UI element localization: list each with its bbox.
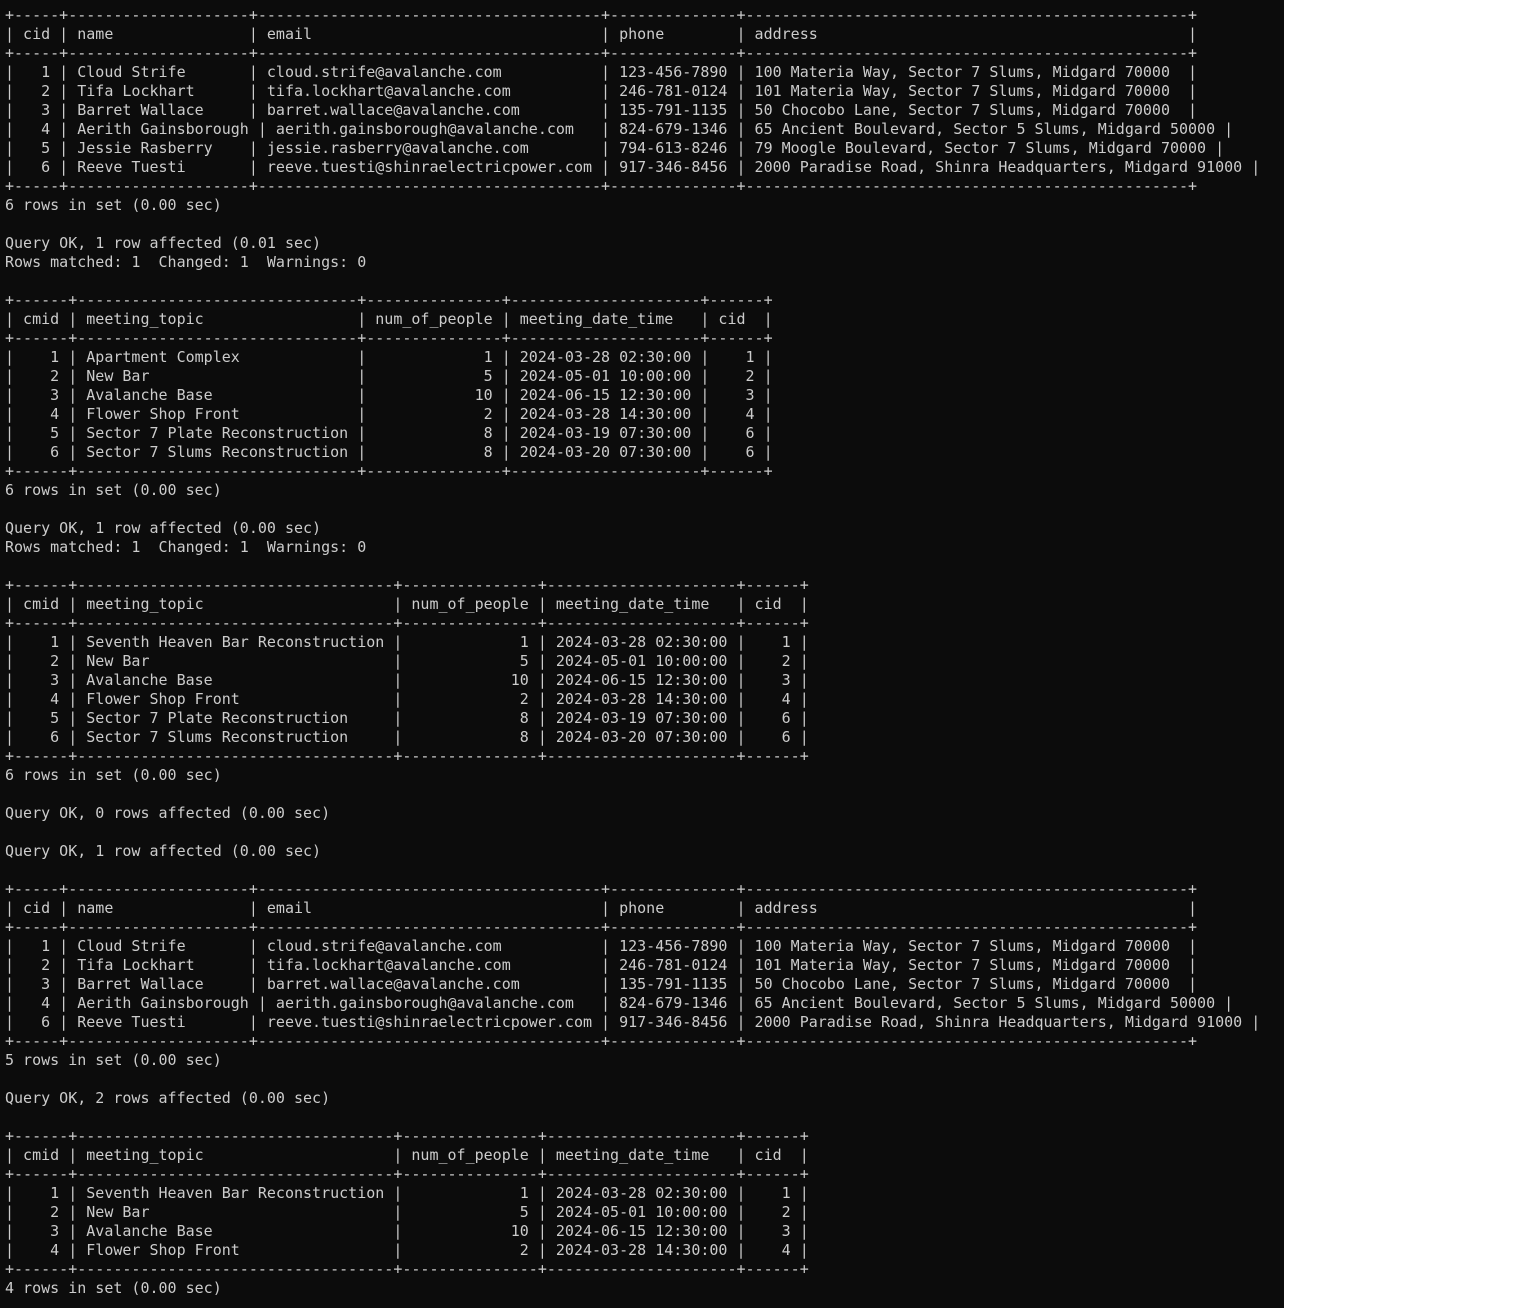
terminal-line: +------+--------------------------------… [5,1260,809,1278]
terminal-line: | 3 | Avalanche Base | 10 | 2024-06-15 1… [5,1222,809,1240]
terminal-line: 6 rows in set (0.00 sec) [5,766,222,784]
terminal-line: | cmid | meeting_topic | num_of_people |… [5,595,809,613]
terminal-line: +------+--------------------------------… [5,1127,809,1145]
terminal-line: 6 rows in set (0.00 sec) [5,481,222,499]
terminal-line: +------+-------------------------------+… [5,329,773,347]
terminal-line: | 1 | Seventh Heaven Bar Reconstruction … [5,1184,809,1202]
terminal-line: | 6 | Sector 7 Slums Reconstruction | 8 … [5,443,773,461]
terminal-line: | cmid | meeting_topic | num_of_people |… [5,310,773,328]
terminal-line: | 2 | New Bar | 5 | 2024-05-01 10:00:00 … [5,367,773,385]
terminal-line: +-----+--------------------+------------… [5,6,1198,24]
terminal-line: +------+--------------------------------… [5,576,809,594]
terminal-line: +------+--------------------------------… [5,1165,809,1183]
terminal-line: Query OK, 1 row affected (0.00 sec) [5,842,322,860]
terminal-line: | 1 | Seventh Heaven Bar Reconstruction … [5,633,809,651]
terminal-line: +-----+--------------------+------------… [5,918,1198,936]
terminal-line: 5 rows in set (0.00 sec) [5,1051,222,1069]
terminal-line: +------+-------------------------------+… [5,462,773,480]
terminal-line: | 6 | Reeve Tuesti | reeve.tuesti@shinra… [5,1013,1261,1031]
terminal-line: | cid | name | email | phone | address | [5,25,1198,43]
terminal-line: | 2 | Tifa Lockhart | tifa.lockhart@aval… [5,956,1198,974]
terminal-line: | 6 | Sector 7 Slums Reconstruction | 8 … [5,728,809,746]
terminal-line: | 5 | Jessie Rasberry | jessie.rasberry@… [5,139,1225,157]
terminal-line: | 4 | Flower Shop Front | 2 | 2024-03-28… [5,1241,809,1259]
terminal-line: | 4 | Flower Shop Front | 2 | 2024-03-28… [5,405,773,423]
terminal-line: 4 rows in set (0.00 sec) [5,1279,222,1297]
terminal-line: | 2 | Tifa Lockhart | tifa.lockhart@aval… [5,82,1198,100]
terminal-line: Query OK, 0 rows affected (0.00 sec) [5,804,331,822]
terminal-line: | 2 | New Bar | 5 | 2024-05-01 10:00:00 … [5,1203,809,1221]
terminal-line: | 5 | Sector 7 Plate Reconstruction | 8 … [5,709,809,727]
terminal-line: +------+--------------------------------… [5,747,809,765]
terminal-line: | 4 | Aerith Gainsborough | aerith.gains… [5,994,1234,1012]
terminal-line: | 4 | Aerith Gainsborough | aerith.gains… [5,120,1234,138]
terminal-line: | 6 | Reeve Tuesti | reeve.tuesti@shinra… [5,158,1261,176]
terminal-line: | 3 | Avalanche Base | 10 | 2024-06-15 1… [5,386,773,404]
terminal-line: +-----+--------------------+------------… [5,44,1198,62]
terminal-line: | cid | name | email | phone | address | [5,899,1198,917]
terminal-line: | 2 | New Bar | 5 | 2024-05-01 10:00:00 … [5,652,809,670]
terminal-line: | cmid | meeting_topic | num_of_people |… [5,1146,809,1164]
terminal-line: +------+--------------------------------… [5,614,809,632]
terminal-line: 6 rows in set (0.00 sec) [5,196,222,214]
terminal-line: | 1 | Apartment Complex | 1 | 2024-03-28… [5,348,773,366]
terminal-line: | 3 | Barret Wallace | barret.wallace@av… [5,975,1198,993]
terminal-line: Query OK, 2 rows affected (0.00 sec) [5,1089,331,1107]
terminal-line: | 1 | Cloud Strife | cloud.strife@avalan… [5,63,1198,81]
terminal-line: | 1 | Cloud Strife | cloud.strife@avalan… [5,937,1198,955]
terminal-line: | 3 | Avalanche Base | 10 | 2024-06-15 1… [5,671,809,689]
terminal-line: Query OK, 1 row affected (0.01 sec) [5,234,322,252]
terminal-line: +-----+--------------------+------------… [5,880,1198,898]
terminal-line: | 4 | Flower Shop Front | 2 | 2024-03-28… [5,690,809,708]
terminal-line: | 3 | Barret Wallace | barret.wallace@av… [5,101,1198,119]
terminal-line: +------+-------------------------------+… [5,291,773,309]
terminal-output: +-----+--------------------+------------… [5,6,1260,1298]
terminal-line: Rows matched: 1 Changed: 1 Warnings: 0 [5,538,367,556]
terminal-window[interactable]: +-----+--------------------+------------… [0,0,1284,1308]
terminal-line: Query OK, 1 row affected (0.00 sec) [5,519,322,537]
terminal-line: +-----+--------------------+------------… [5,177,1198,195]
terminal-line: | 5 | Sector 7 Plate Reconstruction | 8 … [5,424,773,442]
terminal-line: +-----+--------------------+------------… [5,1032,1198,1050]
terminal-line: Rows matched: 1 Changed: 1 Warnings: 0 [5,253,367,271]
